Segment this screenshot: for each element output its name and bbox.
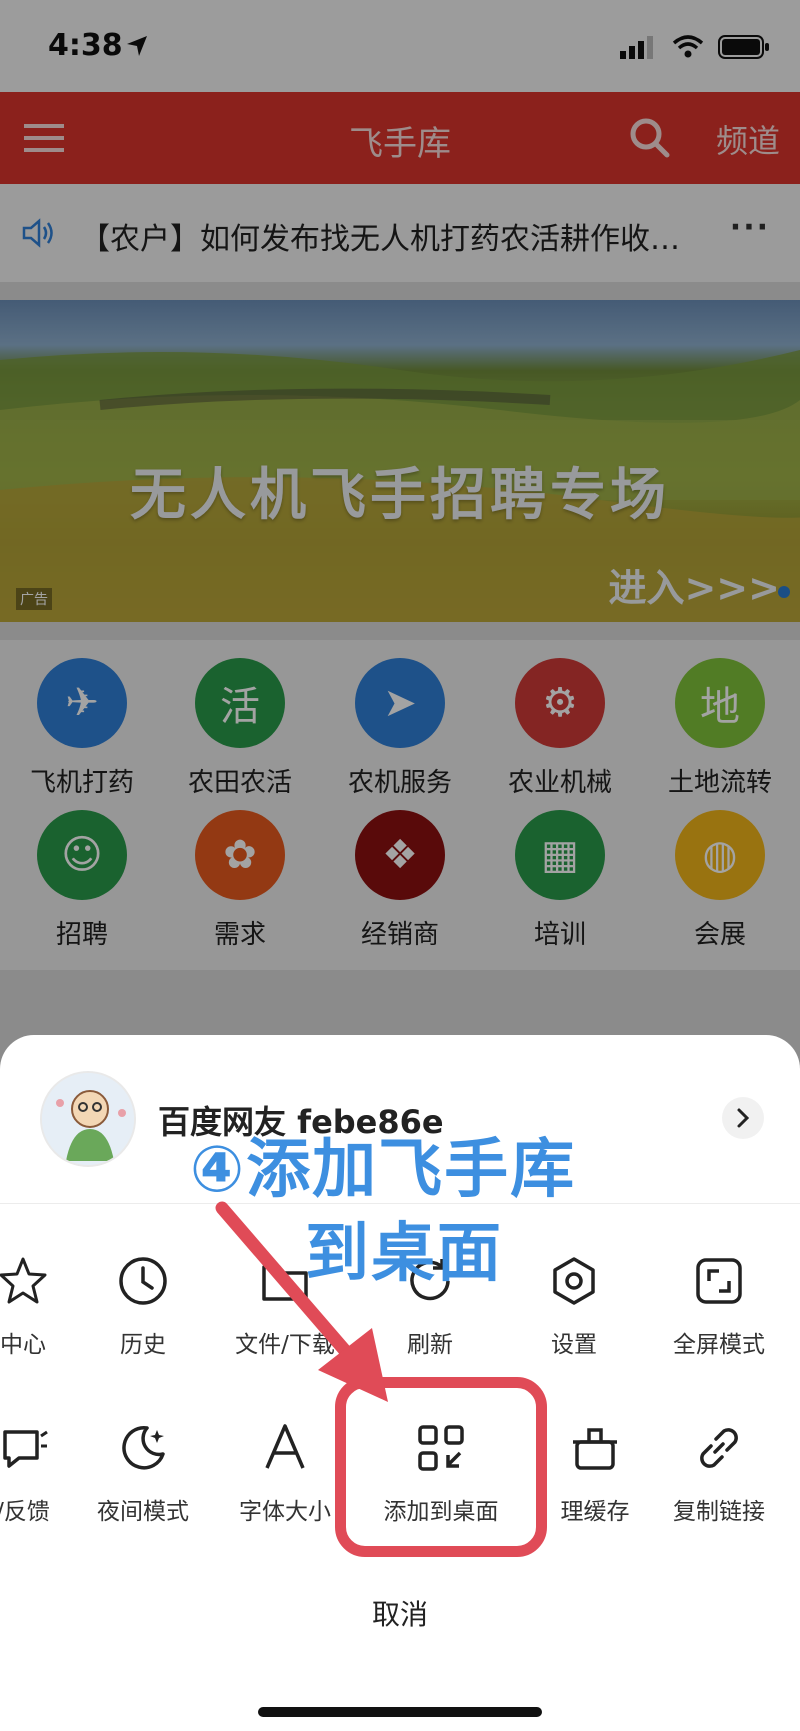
chevron-right-icon[interactable] (722, 1097, 764, 1139)
clock-icon (119, 1257, 167, 1305)
link-icon (700, 1428, 738, 1468)
menu-label: 文件/下载 (235, 1332, 335, 1358)
menu-label: 设置 (551, 1332, 597, 1358)
font-size-icon (265, 1424, 305, 1469)
cancel-button[interactable]: 取消 (0, 1593, 800, 1633)
star-icon (0, 1257, 47, 1304)
menu-item-settings[interactable]: 设置 (499, 1253, 649, 1359)
menu-item-fullscreen[interactable]: 全屏模式 (644, 1253, 794, 1359)
annotation-step-text: ④添加飞手库 (190, 1133, 577, 1207)
home-indicator (258, 1707, 542, 1717)
menu-label: 全屏模式 (673, 1332, 765, 1358)
menu-label: 复制链接 (673, 1499, 765, 1525)
menu-item-copy-link[interactable]: 复制链接 (644, 1420, 794, 1526)
feedback-icon (3, 1430, 48, 1468)
menu-label: 历史 (120, 1332, 166, 1358)
annotation-step-text-2: 到桌面 (305, 1217, 503, 1291)
moon-icon (122, 1426, 165, 1470)
menu-item-history[interactable]: 历史 (68, 1253, 218, 1359)
highlight-box (335, 1377, 547, 1557)
folder-icon (262, 1265, 308, 1301)
menu-item-night-mode[interactable]: 夜间模式 (68, 1420, 218, 1526)
clear-cache-icon (573, 1428, 617, 1470)
avatar-image (42, 1073, 134, 1165)
settings-icon (553, 1257, 595, 1305)
avatar[interactable] (40, 1071, 136, 1167)
menu-label: 刷新 (407, 1332, 453, 1358)
fullscreen-icon (696, 1258, 742, 1304)
menu-label: 夜间模式 (97, 1499, 189, 1525)
